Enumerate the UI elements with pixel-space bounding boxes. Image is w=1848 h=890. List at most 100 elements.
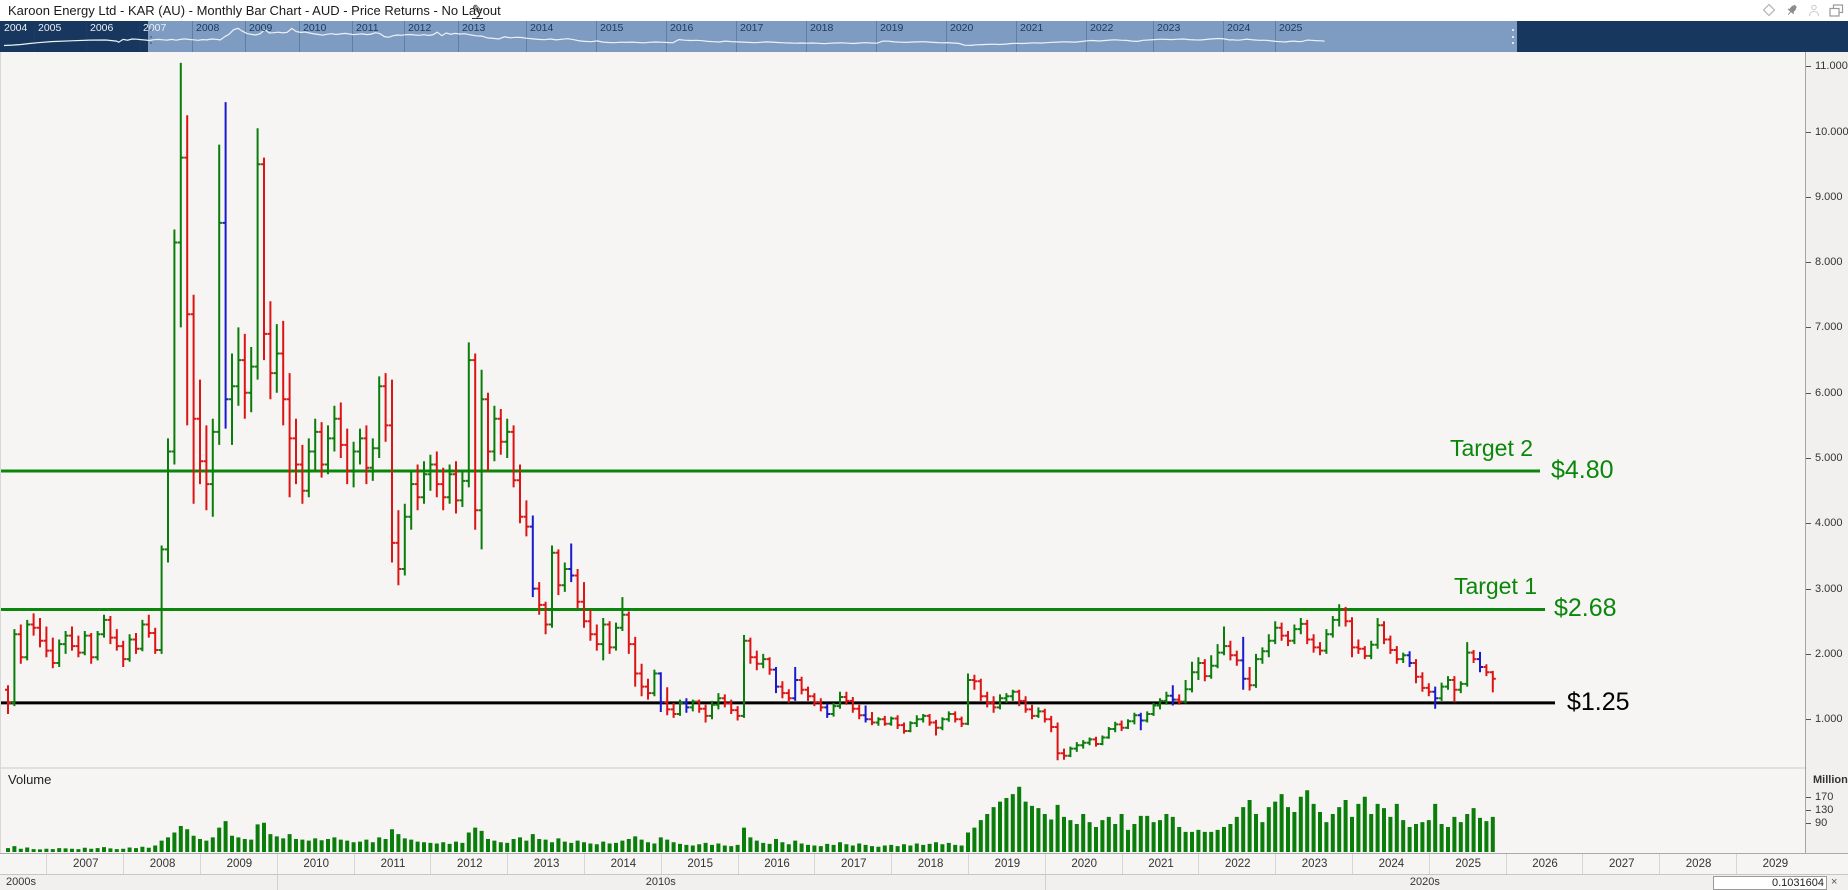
decade-cell-2000s[interactable]: 2000s	[6, 875, 36, 890]
x-axis-year-cell[interactable]: 2010	[276, 854, 355, 874]
status-bar: 2000s 2010s 2020s 0.1031604 ×	[0, 874, 1848, 890]
chart-title: Karoon Energy Ltd - KAR (AU) - Monthly B…	[8, 3, 501, 18]
price-tick-label: 10.000	[1815, 125, 1848, 138]
x-axis-year-cell[interactable]: 2022	[1198, 854, 1276, 874]
navigator-year-label: 2023	[1157, 22, 1181, 34]
x-axis-year-cell[interactable]: 2016	[737, 854, 816, 874]
x-axis-year-cell[interactable]: 2026	[1505, 854, 1584, 874]
price-tick-label: 9.000	[1815, 190, 1843, 203]
navigator-sparkline	[3, 27, 1325, 47]
price-tick-label: 7.000	[1815, 321, 1843, 334]
status-close-icon[interactable]: ×	[1831, 875, 1837, 890]
navigator-year-label: 2011	[356, 22, 379, 34]
price-tick-label: 1.000	[1815, 713, 1843, 726]
volume-tick-label: 130	[1815, 803, 1834, 816]
x-axis-year-cell[interactable]: 2019	[968, 854, 1046, 874]
volume-tick-mark	[1806, 822, 1811, 824]
x-axis-year-cell[interactable]: 2013	[507, 854, 585, 874]
timeline-navigator[interactable]: 2004 2005 2006 2007 2008 2009 2010 2011 2012 2013…	[0, 21, 1848, 52]
price-tick-label: 5.000	[1815, 452, 1843, 464]
layout-diamond-icon[interactable]	[1762, 3, 1776, 17]
price-tick-mark	[1806, 523, 1811, 525]
navigator-year-label: 2019	[880, 22, 904, 34]
navigator-left-handle[interactable]	[149, 29, 153, 44]
volume-tick-label: 170	[1815, 790, 1834, 803]
decade-separator	[1044, 875, 1046, 890]
price-tick-label: 6.000	[1815, 386, 1843, 399]
navigator-year-label: 2004	[4, 22, 28, 34]
navigator-year-label: 2008	[196, 22, 220, 34]
navigator-year-label: 2014	[530, 22, 554, 34]
x-axis-year-cell[interactable]: 2007	[46, 854, 124, 874]
x-axis-year-cell[interactable]: 2020	[1044, 854, 1123, 874]
copy-windows-icon[interactable]	[1829, 3, 1844, 17]
x-axis-year-cell[interactable]: 2009	[200, 854, 278, 874]
price-tick-mark	[1806, 458, 1811, 459]
chart-application-window: Karoon Energy Ltd - KAR (AU) - Monthly B…	[0, 0, 1848, 890]
x-axis-year-cell[interactable]: 2008	[123, 854, 201, 874]
x-axis-year-cell[interactable]: 2014	[584, 854, 662, 874]
price-tick-mark	[1806, 66, 1811, 68]
navigator-year-label: 2017	[740, 22, 764, 34]
target2-price-label[interactable]: $4.80	[1551, 456, 1614, 485]
navigator-year-label: 2007	[143, 22, 167, 34]
price-tick-label: 8.000	[1815, 256, 1843, 269]
navigator-year-label: 2013	[462, 22, 486, 34]
decade-separator	[276, 875, 278, 890]
price-tick-mark	[1806, 196, 1811, 198]
support-price-label[interactable]: $1.25	[1567, 688, 1630, 717]
price-tick-mark	[1806, 262, 1811, 264]
x-axis-year-cell[interactable]: 2024	[1352, 854, 1430, 874]
x-axis-year-cell[interactable]: 2025	[1428, 854, 1507, 874]
navigator-year-label: 2006	[90, 22, 114, 34]
x-axis-year-cell[interactable]: 2015	[660, 854, 739, 874]
price-tick-label: 2.000	[1815, 647, 1843, 660]
navigator-right-handle[interactable]	[1511, 29, 1515, 44]
volume-tick-mark	[1806, 796, 1811, 798]
person-icon[interactable]	[1808, 4, 1820, 17]
title-bar: Karoon Energy Ltd - KAR (AU) - Monthly B…	[0, 0, 1848, 21]
x-axis-year-cell[interactable]: 2018	[891, 854, 969, 874]
volume-tick-mark	[1806, 809, 1811, 811]
navigator-year-label: 2018	[810, 22, 834, 34]
navigator-year-label: 2015	[600, 22, 624, 34]
x-axis-year-cell[interactable]: 2017	[814, 854, 892, 874]
navigator-year-label: 2024	[1227, 22, 1251, 34]
x-axis-year-cell[interactable]: 2012	[430, 854, 508, 874]
x-axis-year-cell[interactable]: 2021	[1121, 854, 1200, 874]
navigator-year-label: 2009	[249, 22, 273, 34]
navigator-year-label: 2020	[950, 22, 974, 34]
pin-icon[interactable]	[1785, 3, 1799, 17]
x-axis-year-cell[interactable]: 2027	[1582, 854, 1660, 874]
price-tick-mark	[1806, 588, 1811, 590]
x-axis-year-row: 2007 2008 2009 2010 2011 2012 2013 2014 2015 2016…	[0, 853, 1848, 875]
price-tick-mark	[1806, 653, 1811, 655]
navigator-year-label: 2016	[670, 22, 694, 34]
decade-cell-2020s[interactable]: 2020s	[1410, 875, 1440, 890]
volume-axis-unit: Million	[1813, 774, 1848, 786]
volume-tick-label: 90	[1815, 816, 1828, 829]
window-toolbar-icons	[1762, 3, 1844, 17]
price-tick-label: 4.000	[1815, 517, 1843, 530]
x-axis-year-cell[interactable]: 2028	[1659, 854, 1737, 874]
x-axis-year-cell[interactable]: 2023	[1275, 854, 1353, 874]
price-tick-mark	[1806, 392, 1811, 394]
target2-annotation-label[interactable]: Target 2	[1443, 435, 1540, 462]
edit-title-pencil-icon[interactable]: ✎	[472, 1, 483, 19]
price-tick-label: 11.000	[1815, 60, 1848, 73]
navigator-year-label: 2022	[1090, 22, 1114, 34]
navigator-year-label: 2010	[303, 22, 327, 34]
navigator-year-label: 2021	[1020, 22, 1044, 34]
price-tick-label: 3.000	[1815, 582, 1843, 595]
target1-price-label[interactable]: $2.68	[1554, 594, 1617, 623]
scale-value-box[interactable]: 0.1031604	[1713, 876, 1827, 890]
x-axis-year-cell[interactable]: 2029	[1736, 854, 1814, 874]
price-volume-chart	[0, 52, 1805, 853]
price-axis[interactable]: 11.000 10.000 9.000 8.000 7.000 6.000 5.000 4.0…	[1805, 52, 1848, 853]
target1-annotation-label[interactable]: Target 1	[1447, 573, 1544, 600]
x-axis-year-cell[interactable]: 2011	[353, 854, 432, 874]
navigator-year-label: 2005	[38, 22, 62, 34]
price-tick-mark	[1806, 327, 1811, 329]
price-tick-mark	[1806, 719, 1811, 721]
decade-cell-2010s[interactable]: 2010s	[646, 875, 676, 890]
